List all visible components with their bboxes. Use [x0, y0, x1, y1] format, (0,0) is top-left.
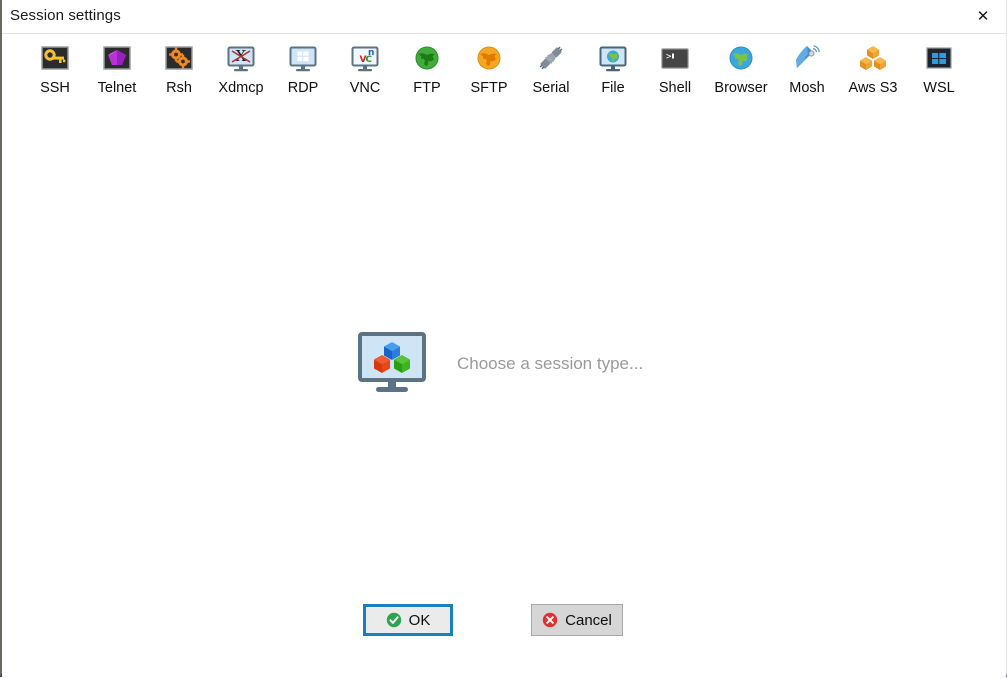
session-type-mosh[interactable]: Mosh: [776, 40, 838, 96]
session-type-monitor-cubes-icon: [357, 332, 427, 396]
session-type-wsl[interactable]: WSL: [908, 40, 970, 96]
svg-text:>: >: [666, 52, 672, 62]
cancel-button[interactable]: Cancel: [531, 604, 623, 636]
shell-terminal-icon: >: [659, 42, 691, 74]
cross-circle-red-icon: [542, 612, 558, 628]
session-type-label: Shell: [658, 80, 692, 96]
session-type-file[interactable]: File: [582, 40, 644, 96]
session-settings-content: Choose a session type...: [2, 122, 1006, 597]
session-type-label: SFTP: [470, 80, 508, 96]
session-type-rdp[interactable]: RDP: [272, 40, 334, 96]
close-icon: ✕: [976, 7, 990, 25]
session-type-serial[interactable]: Serial: [520, 40, 582, 96]
dialog-footer: OK Cancel: [2, 597, 1006, 679]
session-type-label: RDP: [287, 80, 319, 96]
session-type-label: Browser: [714, 80, 768, 96]
wsl-windows-icon: [923, 42, 955, 74]
session-type-label: VNC: [349, 80, 381, 96]
session-type-rsh[interactable]: Rsh: [148, 40, 210, 96]
titlebar: Session settings ✕: [2, 0, 1006, 34]
file-monitor-globe-icon: [597, 42, 629, 74]
close-button[interactable]: ✕: [960, 0, 1006, 33]
session-type-label: Telnet: [97, 80, 137, 96]
rsh-gears-icon: [163, 42, 195, 74]
session-type-label: Xdmcp: [218, 80, 264, 96]
ssh-key-icon: [39, 42, 71, 74]
svg-text:n: n: [368, 48, 374, 58]
browser-globe-icon: [725, 42, 757, 74]
xdmcp-monitor-icon: X: [225, 42, 257, 74]
ok-button-label: OK: [408, 611, 431, 629]
window-title: Session settings: [10, 7, 121, 24]
mosh-satellite-icon: [791, 42, 823, 74]
session-type-xdmcp[interactable]: X Xdmcp: [210, 40, 272, 96]
session-type-browser[interactable]: Browser: [706, 40, 776, 96]
empty-state: Choose a session type...: [357, 332, 643, 396]
session-type-label: File: [601, 80, 625, 96]
check-circle-green-icon: [386, 612, 402, 628]
session-type-label: Aws S3: [848, 80, 898, 96]
rdp-monitor-icon: [287, 42, 319, 74]
session-type-telnet[interactable]: Telnet: [86, 40, 148, 96]
telnet-gem-icon: [101, 42, 133, 74]
session-type-ssh[interactable]: SSH: [24, 40, 86, 96]
session-type-label: Mosh: [789, 80, 825, 96]
session-type-label: SSH: [40, 80, 70, 96]
vnc-monitor-icon: V C n: [349, 42, 381, 74]
session-settings-dialog: Session settings ✕ SSH Telnet Rsh X Xdmc…: [0, 0, 1007, 679]
session-type-label: WSL: [923, 80, 955, 96]
ok-button[interactable]: OK: [363, 604, 453, 636]
session-type-sftp[interactable]: SFTP: [458, 40, 520, 96]
session-type-label: Rsh: [166, 80, 192, 96]
session-type-ftp[interactable]: FTP: [396, 40, 458, 96]
session-type-aws-s3[interactable]: Aws S3: [838, 40, 908, 96]
ftp-globe-green-icon: [411, 42, 443, 74]
sftp-globe-orange-icon: [473, 42, 505, 74]
aws-s3-cubes-icon: [857, 42, 889, 74]
cancel-button-label: Cancel: [565, 611, 612, 629]
session-type-shell[interactable]: > Shell: [644, 40, 706, 96]
serial-plug-icon: [535, 42, 567, 74]
session-type-label: Serial: [532, 80, 570, 96]
session-type-vnc[interactable]: V C n VNC: [334, 40, 396, 96]
empty-state-label: Choose a session type...: [457, 354, 644, 373]
session-type-toolbar: SSH Telnet Rsh X Xdmcp RDP V C n VNC FTP…: [2, 34, 1006, 122]
session-type-label: FTP: [413, 80, 441, 96]
